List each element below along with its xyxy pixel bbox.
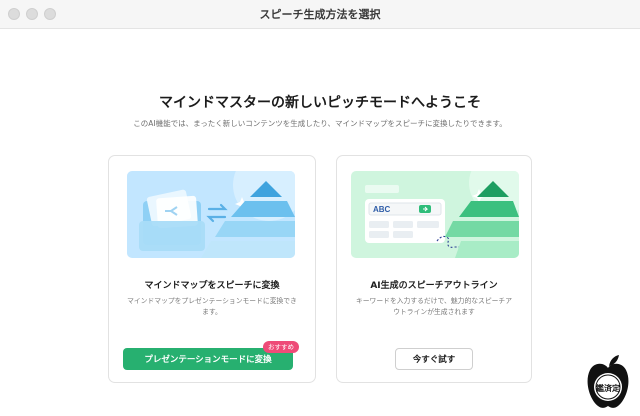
mindmap-conversion-illustration xyxy=(127,171,295,258)
page-subheading: このAI機能では、まったく新しいコンテンツを生成したり、マインドマップをスピーチ… xyxy=(133,119,507,128)
card-description: キーワードを入力するだけで、魅力的なスピーチアウトラインが生成されます xyxy=(355,297,513,316)
mindmap-to-speech-card[interactable]: マインドマップをスピーチに変換 マインドマップをプレゼンテーションモードに変換で… xyxy=(108,155,316,383)
try-now-button[interactable]: 今すぐ試す xyxy=(395,348,473,370)
abc-keyword-text: ABC xyxy=(373,205,391,214)
ai-speech-outline-card[interactable]: ABC AI生成のスピーチアウトライン キーワードを入力するだけで、魅力的なスピ… xyxy=(336,155,532,383)
window-title: スピーチ生成方法を選択 xyxy=(259,8,381,21)
recommended-badge: おすすめ xyxy=(263,341,299,353)
ai-outline-illustration: ABC xyxy=(351,171,519,258)
title-bar: スピーチ生成方法を選択 xyxy=(0,0,640,29)
svg-text:鑑済定: 鑑済定 xyxy=(596,383,620,393)
card-title: マインドマップをスピーチに変換 xyxy=(144,281,280,291)
page-heading: マインドマスターの新しいピッチモードへようこそ xyxy=(159,95,481,111)
card-description: マインドマップをプレゼンテーションモードに変換できます。 xyxy=(127,297,297,316)
apple-logo-watermark: 鑑済定 xyxy=(583,354,633,412)
card-title: AI生成のスピーチアウトライン xyxy=(370,281,498,291)
